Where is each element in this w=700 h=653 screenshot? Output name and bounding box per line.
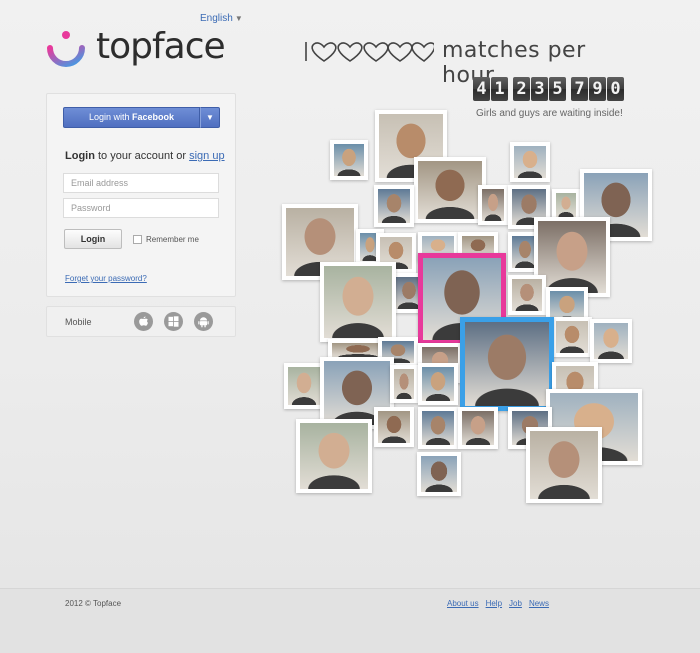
member-photo-image	[556, 193, 576, 217]
remember-me-label: Remember me	[146, 235, 199, 244]
login-title-middle: to your account or	[94, 150, 190, 162]
member-photo	[458, 407, 498, 449]
member-photo	[320, 262, 396, 342]
footer-link-about-us[interactable]: About us	[447, 599, 479, 608]
member-photo	[510, 142, 550, 182]
member-photo-image	[332, 343, 384, 357]
member-photo	[418, 363, 458, 405]
member-photo-image	[422, 411, 454, 445]
language-selector[interactable]: English ▼	[200, 13, 243, 24]
mobile-label: Mobile	[65, 317, 92, 327]
password-field[interactable]	[63, 198, 219, 218]
match-counter: 4 1 2 3 5 7 9 0	[473, 77, 625, 101]
member-photo-collage	[282, 107, 656, 503]
member-photo-image	[300, 423, 368, 489]
footer-background	[0, 588, 700, 653]
member-photo	[296, 419, 372, 493]
headline: matches per hour	[302, 37, 642, 88]
facebook-brand-label: Facebook	[132, 112, 175, 122]
counter-hearts-icon	[305, 42, 434, 62]
member-photo-image	[465, 322, 549, 406]
remember-me-checkbox[interactable]	[133, 235, 142, 244]
member-photo-image	[288, 367, 320, 405]
member-photo-image	[538, 221, 606, 293]
member-photo	[284, 363, 324, 409]
topface-logo-icon	[47, 31, 85, 67]
counter-digit: 9	[589, 77, 606, 101]
login-button[interactable]: Login	[64, 229, 122, 249]
facebook-login-dropdown-button[interactable]: ▼	[200, 107, 220, 128]
member-photo	[414, 157, 486, 223]
footer-link-help[interactable]: Help	[486, 599, 502, 608]
member-photo-image	[378, 411, 410, 443]
member-photo	[330, 140, 368, 180]
forgot-password-link[interactable]: Forget your password?	[65, 274, 147, 283]
facebook-login-button[interactable]: Login with Facebook	[63, 107, 200, 128]
member-photo	[460, 317, 554, 411]
login-title-strong: Login	[65, 150, 95, 162]
counter-digit: 7	[571, 77, 588, 101]
member-photo-image	[418, 161, 482, 219]
email-field[interactable]	[63, 173, 219, 193]
footer-links: About us Help Job News	[447, 599, 549, 608]
counter-digit: 0	[607, 77, 624, 101]
member-photo-image	[421, 456, 457, 492]
member-photo	[374, 407, 414, 447]
chevron-down-icon: ▼	[234, 14, 243, 23]
remember-me[interactable]: Remember me	[133, 235, 199, 244]
facebook-login-prefix: Login with	[88, 112, 132, 122]
member-photo-image	[378, 189, 410, 223]
counter-digit: 2	[513, 77, 530, 101]
login-title: Login to your account or sign up	[65, 150, 225, 162]
member-photo-image	[512, 279, 542, 311]
windows-icon[interactable]	[164, 312, 183, 331]
member-photo-image	[556, 321, 588, 353]
member-photo	[374, 185, 414, 227]
member-photo-image	[394, 369, 414, 399]
member-photo	[590, 319, 632, 363]
apple-icon[interactable]	[134, 312, 153, 331]
copyright-text: 2012 © Topface	[65, 599, 122, 608]
member-photo-image	[530, 431, 598, 499]
member-photo	[508, 275, 546, 315]
language-label: English	[200, 13, 233, 24]
member-photo	[417, 452, 461, 496]
member-photo-image	[324, 266, 392, 338]
counter-digit: 3	[531, 77, 548, 101]
member-photo	[478, 185, 508, 225]
member-photo-image	[422, 367, 454, 401]
counter-digit: 1	[491, 77, 508, 101]
member-photo	[552, 317, 592, 357]
member-photo-image	[594, 323, 628, 359]
member-photo-image	[482, 189, 504, 221]
signup-link[interactable]: sign up	[189, 150, 224, 162]
topface-logo[interactable]: topface	[44, 26, 244, 74]
member-photo-image	[462, 411, 494, 445]
footer-link-job[interactable]: Job	[509, 599, 522, 608]
counter-digit: 5	[549, 77, 566, 101]
footer-link-news[interactable]: News	[529, 599, 549, 608]
chevron-down-icon: ▼	[206, 113, 214, 122]
android-icon[interactable]	[194, 312, 213, 331]
member-photo	[418, 407, 458, 449]
member-photo	[526, 427, 602, 503]
member-photo	[390, 365, 418, 403]
member-photo-image	[514, 146, 546, 178]
counter-digit: 4	[473, 77, 490, 101]
logo-text: topface	[96, 26, 226, 67]
member-photo-image	[334, 144, 364, 176]
